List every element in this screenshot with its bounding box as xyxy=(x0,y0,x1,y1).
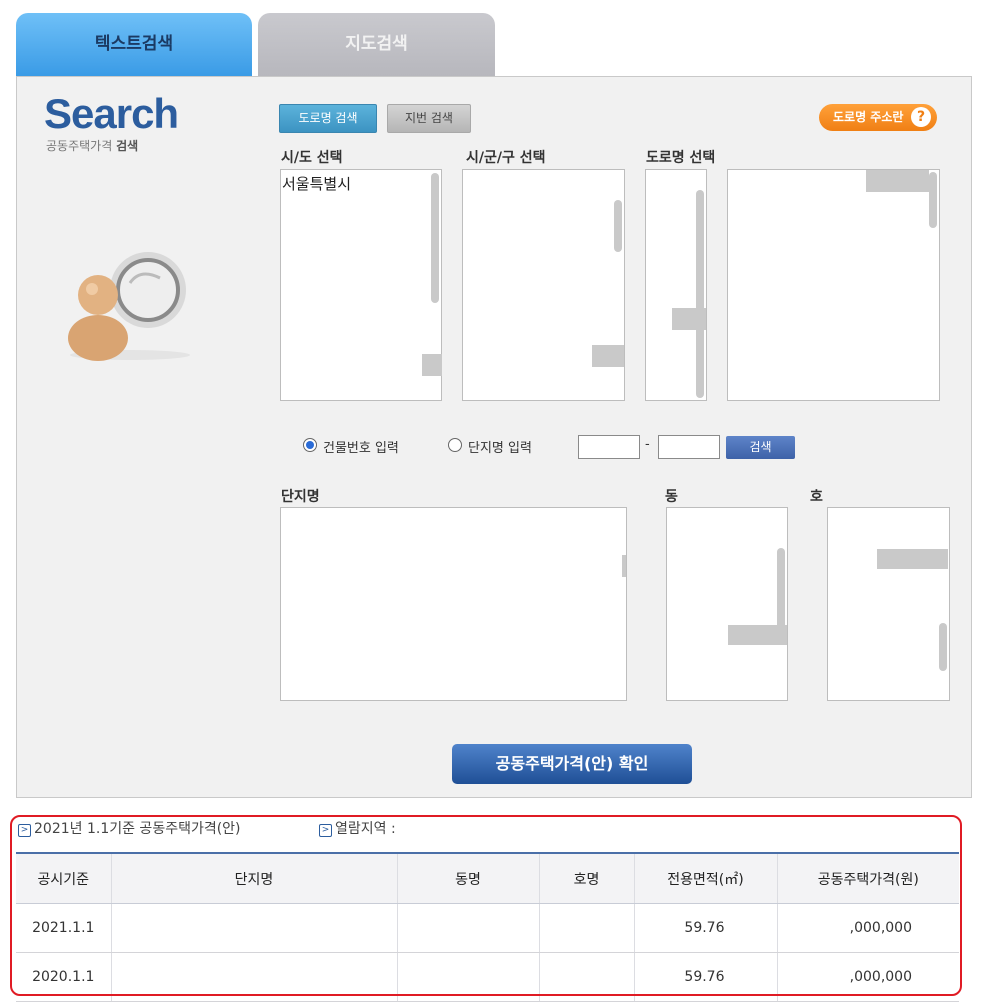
complex-listbox[interactable] xyxy=(280,507,627,701)
table-row: 2021.1.1 59.76 ,000,000 xyxy=(16,903,959,953)
road-scrollbar[interactable] xyxy=(929,172,937,228)
complex-name-radio[interactable] xyxy=(448,438,462,452)
number-dash: - xyxy=(645,437,650,452)
cell-ho xyxy=(538,952,634,1002)
sido-option-seoul[interactable]: 서울특별시 xyxy=(282,173,351,194)
building-number-label: 건물번호 입력 xyxy=(323,441,399,456)
complex-name-label: 단지명 입력 xyxy=(468,441,532,456)
sigungu-ghost-mark xyxy=(592,345,624,367)
sigungu-listbox[interactable] xyxy=(462,169,625,401)
sigungu-scrollbar[interactable] xyxy=(614,200,622,252)
complex-list-label: 단지명 xyxy=(281,489,320,505)
cell-price: ,000,000 xyxy=(776,903,959,953)
road-initial-scrollbar[interactable] xyxy=(696,190,704,398)
complex-ghost-mark xyxy=(622,555,626,577)
base-date-text: 2021년 1.1기준 공동주택가격(안) xyxy=(34,821,241,837)
road-address-guide-label: 도로명 주소란 xyxy=(833,110,904,124)
sido-ghost-mark xyxy=(422,354,442,376)
sido-scrollbar[interactable] xyxy=(431,173,439,303)
table-row: 2020.1.1 59.76 ,000,000 xyxy=(16,952,959,1002)
cell-ho xyxy=(538,903,634,953)
cell-base-date: 2020.1.1 xyxy=(16,952,111,1002)
ho-scrollbar[interactable] xyxy=(939,623,947,671)
cell-area: 59.76 xyxy=(633,952,777,1002)
help-icon: ? xyxy=(911,107,931,127)
cell-dong xyxy=(396,952,539,1002)
area-info: > 열람지역 : xyxy=(319,818,396,838)
road-address-guide-button[interactable]: 도로명 주소란 ? xyxy=(819,104,937,131)
road-initial-ghost-mark xyxy=(672,308,706,330)
building-sub-number-input[interactable] xyxy=(658,435,720,459)
price-results-table: 공시기준 단지명 동명 호명 전용면적(㎡) 공동주택가격(원) 2021.1.… xyxy=(16,852,959,1002)
sido-listbox[interactable]: 서울특별시 xyxy=(280,169,442,401)
road-search-button[interactable]: 도로명 검색 xyxy=(279,104,377,133)
header-complex-name: 단지명 xyxy=(110,852,397,904)
tab-map-search[interactable]: 지도검색 xyxy=(258,13,495,76)
ho-list-label: 호 xyxy=(810,489,823,505)
base-date-info: >2021년 1.1기준 공동주택가격(안) xyxy=(18,818,241,838)
logo-subtitle-plain: 공동주택가격 xyxy=(46,139,113,153)
road-label: 도로명 선택 xyxy=(646,150,716,166)
search-logo-subtitle: 공동주택가격 검색 xyxy=(46,137,138,154)
road-ghost-mark xyxy=(866,170,929,192)
header-ho: 호명 xyxy=(538,852,634,904)
building-number-radio[interactable] xyxy=(303,438,317,452)
cell-area: 59.76 xyxy=(633,903,777,953)
dong-listbox[interactable] xyxy=(666,507,788,701)
road-initial-listbox[interactable] xyxy=(645,169,707,401)
sigungu-label: 시/군/구 선택 xyxy=(466,150,546,166)
road-listbox[interactable] xyxy=(727,169,940,401)
arrow-bullet-icon: > xyxy=(18,824,31,837)
ho-ghost-mark xyxy=(877,549,948,569)
arrow-bullet-icon: > xyxy=(319,824,332,837)
cell-base-date: 2021.1.1 xyxy=(16,903,111,953)
number-search-button[interactable]: 검색 xyxy=(726,436,795,459)
building-main-number-input[interactable] xyxy=(578,435,640,459)
logo-subtitle-bold: 검색 xyxy=(116,139,139,153)
table-header-row: 공시기준 단지명 동명 호명 전용면적(㎡) 공동주택가격(원) xyxy=(16,852,959,904)
cell-complex-name xyxy=(110,952,397,1002)
dong-ghost-mark xyxy=(728,625,787,645)
header-area: 전용면적(㎡) xyxy=(633,852,777,904)
sido-label: 시/도 선택 xyxy=(281,150,343,166)
cell-complex-name xyxy=(110,903,397,953)
cell-dong xyxy=(396,903,539,953)
header-dong: 동명 xyxy=(396,852,539,904)
search-logo-title: Search xyxy=(44,90,179,137)
person-magnifier-illustration xyxy=(68,252,190,361)
lot-search-button[interactable]: 지번 검색 xyxy=(387,104,471,133)
dong-list-label: 동 xyxy=(665,489,678,505)
confirm-price-button[interactable]: 공동주택가격(안) 확인 xyxy=(452,744,692,784)
header-base-date: 공시기준 xyxy=(16,852,111,904)
tab-text-search[interactable]: 텍스트검색 xyxy=(16,13,252,76)
ho-listbox[interactable] xyxy=(827,507,950,701)
header-price: 공동주택가격(원) xyxy=(776,852,959,904)
cell-price: ,000,000 xyxy=(776,952,959,1002)
area-text: 열람지역 : xyxy=(335,821,396,837)
